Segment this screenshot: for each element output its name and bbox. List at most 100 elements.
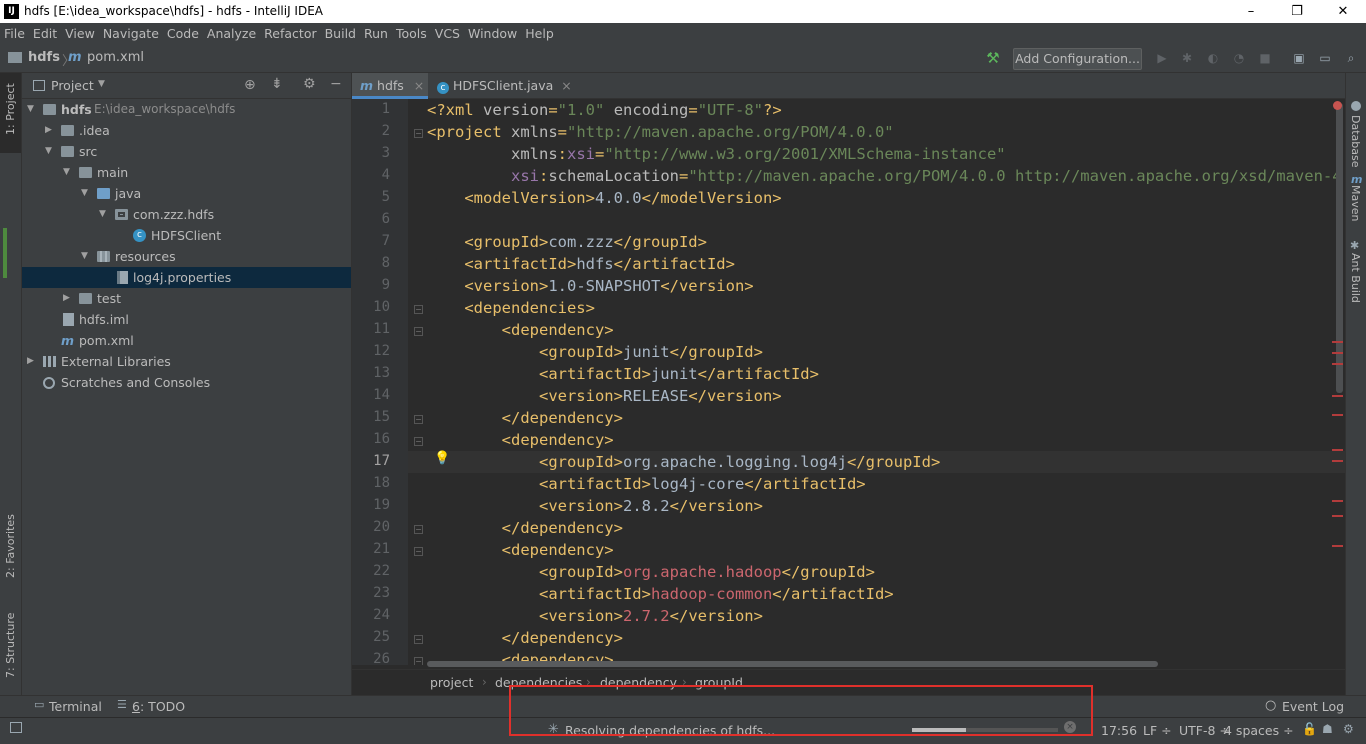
error-stripe-marker[interactable] <box>1332 449 1343 451</box>
code-line[interactable]: xmlns:xsi="http://www.w3.org/2001/XMLSch… <box>427 145 1006 163</box>
fold-marker-icon[interactable]: − <box>414 305 423 314</box>
fold-marker-icon[interactable]: − <box>414 525 423 534</box>
search-icon[interactable]: ⌕ <box>1342 49 1360 67</box>
lightbulb-icon[interactable]: 💡 <box>434 451 450 466</box>
tool-tab-project[interactable]: 1: Project <box>4 83 17 135</box>
fold-marker-icon[interactable]: − <box>414 129 423 138</box>
menu-tools[interactable]: Tools <box>392 23 431 44</box>
todo-tab[interactable]: : TODO <box>140 699 185 714</box>
fold-marker-icon[interactable]: − <box>414 437 423 446</box>
editor-tab-hdfsclient[interactable]: c HDFSClient.java × <box>429 73 572 99</box>
code-line[interactable]: <dependency> <box>427 321 614 339</box>
collapse-all-icon[interactable]: ⇟ <box>271 76 283 92</box>
locate-icon[interactable]: ⊕ <box>244 77 256 93</box>
error-stripe-marker[interactable] <box>1332 363 1343 365</box>
menu-build[interactable]: Build <box>321 23 360 44</box>
terminal-tab[interactable]: Terminal <box>49 699 102 714</box>
code-line[interactable]: </dependency> <box>427 519 623 537</box>
profile-icon[interactable]: ◔ <box>1230 49 1248 67</box>
fold-marker-icon[interactable]: − <box>414 547 423 556</box>
close-window-button[interactable]: ✕ <box>1320 0 1366 23</box>
code-line[interactable]: <groupId>junit</groupId> <box>427 343 763 361</box>
code-line[interactable]: <artifactId>junit</artifactId> <box>427 365 819 383</box>
code-line[interactable]: <dependency> <box>427 431 614 449</box>
code-line[interactable]: </dependency> <box>427 629 623 647</box>
tree-item-idea[interactable]: ▶ .idea <box>22 120 351 141</box>
editor-tab-hdfs[interactable]: m hdfs × <box>352 73 428 99</box>
add-configuration-button[interactable]: Add Configuration... <box>1013 48 1142 70</box>
menu-file[interactable]: File <box>0 23 29 44</box>
vertical-scrollbar[interactable] <box>1336 103 1343 393</box>
error-stripe-marker[interactable] <box>1332 395 1343 397</box>
code-line[interactable]: <version>RELEASE</version> <box>427 387 782 405</box>
debug-icon[interactable]: ✱ <box>1178 49 1196 67</box>
fold-marker-icon[interactable]: − <box>414 415 423 424</box>
menu-vcs[interactable]: VCS <box>431 23 464 44</box>
tool-tab-structure[interactable]: 7: Structure <box>4 613 17 678</box>
tree-expand-icon[interactable]: ▼ <box>99 204 106 225</box>
todo-tab-key[interactable]: 6 <box>132 699 140 714</box>
tool-tab-ant-build[interactable]: Ant Build <box>1349 253 1362 303</box>
error-stripe-marker[interactable] <box>1332 352 1343 354</box>
tree-expand-icon[interactable]: ▼ <box>45 141 52 162</box>
chevron-down-icon[interactable]: ▼ <box>98 79 105 89</box>
code-line[interactable]: <artifactId>log4j-core</artifactId> <box>427 475 866 493</box>
menu-refactor[interactable]: Refactor <box>260 23 320 44</box>
event-log-tab[interactable]: Event Log <box>1282 699 1344 714</box>
code-line[interactable]: <dependency> <box>427 541 614 559</box>
error-indicator-icon[interactable] <box>1333 101 1342 110</box>
menu-run[interactable]: Run <box>360 23 392 44</box>
code-line[interactable]: <project xmlns="http://maven.apache.org/… <box>427 123 894 141</box>
run-icon[interactable]: ▶ <box>1153 49 1171 67</box>
code-line[interactable]: <version>2.8.2</version> <box>427 497 763 515</box>
error-stripe-marker[interactable] <box>1332 460 1343 462</box>
error-stripe-marker[interactable] <box>1332 414 1343 416</box>
code-line[interactable]: <dependencies> <box>427 299 595 317</box>
menu-help[interactable]: Help <box>521 23 558 44</box>
inspector-icon[interactable]: ☗ <box>1322 722 1333 736</box>
tree-item-log4j-properties[interactable]: log4j.properties <box>22 267 351 288</box>
memory-indicator-icon[interactable]: ⚙ <box>1343 722 1354 736</box>
menu-window[interactable]: Window <box>464 23 521 44</box>
tree-item-hdfs[interactable]: ▼ hdfs E:\idea_workspace\hdfs <box>22 99 351 120</box>
code-line[interactable]: <version>2.7.2</version> <box>427 607 763 625</box>
tree-item-main[interactable]: ▼ main <box>22 162 351 183</box>
code-line[interactable]: </dependency> <box>427 409 623 427</box>
fold-marker-icon[interactable]: − <box>414 327 423 336</box>
code-line[interactable]: <version>1.0-SNAPSHOT</version> <box>427 277 753 295</box>
menu-code[interactable]: Code <box>163 23 203 44</box>
tool-tab-database[interactable]: Database <box>1349 115 1362 168</box>
code-line[interactable]: <?xml version="1.0" encoding="UTF-8"?> <box>427 101 782 119</box>
lock-icon[interactable]: 🔓 <box>1302 722 1317 736</box>
error-stripe-marker[interactable] <box>1332 341 1343 343</box>
code-lines[interactable]: <?xml version="1.0" encoding="UTF-8"?> <p… <box>352 99 1346 665</box>
tree-item-pom-xml[interactable]: m pom.xml <box>22 330 351 351</box>
close-tab-icon[interactable]: × <box>414 78 424 93</box>
tree-item-external-libraries[interactable]: ▶ External Libraries <box>22 351 351 372</box>
tree-item-hdfs-iml[interactable]: hdfs.iml <box>22 309 351 330</box>
code-line[interactable]: <artifactId>hdfs</artifactId> <box>427 255 735 273</box>
file-encoding[interactable]: UTF-8 ÷ <box>1179 723 1230 738</box>
hide-panel-icon[interactable]: − <box>330 76 342 92</box>
line-separator[interactable]: LF ÷ <box>1143 723 1172 738</box>
sdk-icon[interactable]: ▭ <box>1316 49 1334 67</box>
fold-marker-icon[interactable]: − <box>414 635 423 644</box>
tree-expand-icon[interactable]: ▼ <box>63 162 70 183</box>
toggle-tool-windows-icon[interactable] <box>10 722 22 733</box>
tree-item-scratches[interactable]: Scratches and Consoles <box>22 372 351 393</box>
project-structure-icon[interactable]: ▣ <box>1290 49 1308 67</box>
menu-analyze[interactable]: Analyze <box>203 23 260 44</box>
tree-item-package[interactable]: ▼ com.zzz.hdfs <box>22 204 351 225</box>
tool-tab-favorites[interactable]: 2: Favorites <box>4 514 17 578</box>
code-line[interactable]: <groupId>org.apache.hadoop</groupId> <box>427 563 875 581</box>
tree-item-src[interactable]: ▼ src <box>22 141 351 162</box>
gear-icon[interactable]: ⚙ <box>303 76 316 92</box>
nav-crumb-project[interactable]: hdfs <box>28 50 60 65</box>
tree-expand-icon[interactable]: ▶ <box>45 120 52 141</box>
menu-navigate[interactable]: Navigate <box>99 23 163 44</box>
code-line[interactable]: xsi:schemaLocation="http://maven.apache.… <box>427 167 1346 185</box>
minimize-button[interactable]: – <box>1228 0 1274 23</box>
tree-expand-icon[interactable]: ▶ <box>63 288 70 309</box>
menu-edit[interactable]: Edit <box>29 23 61 44</box>
project-view-selector[interactable]: Project <box>51 78 94 93</box>
